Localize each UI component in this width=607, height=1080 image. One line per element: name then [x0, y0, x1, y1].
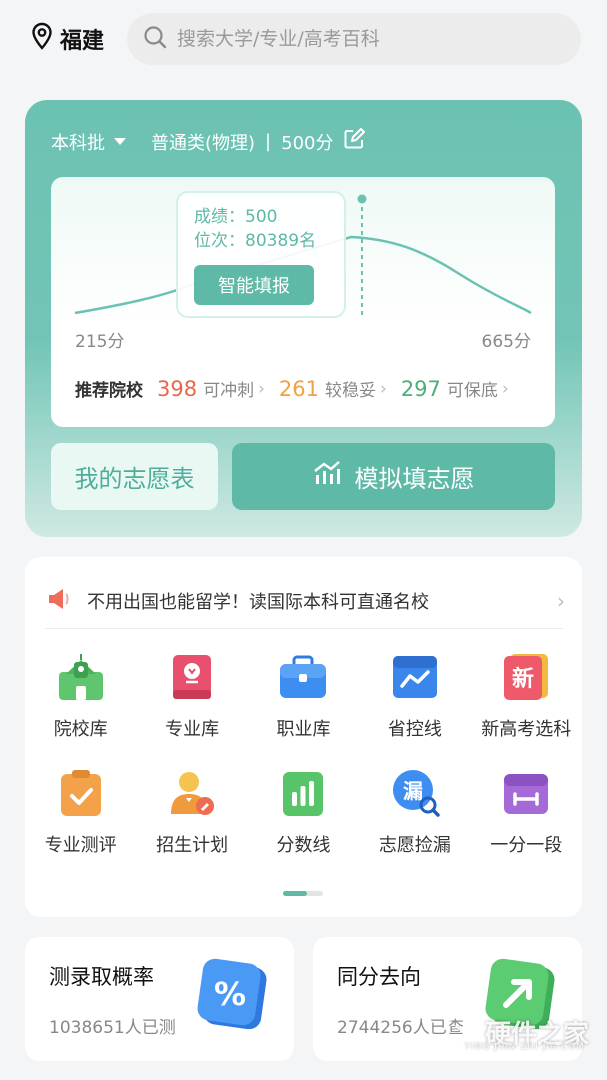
tool-career-library[interactable]: 职业库 [248, 649, 359, 741]
separator: | [265, 131, 272, 152]
line-chart-icon [389, 649, 441, 705]
svg-text:%: % [214, 975, 246, 1013]
segment-icon [500, 765, 552, 821]
tooltip-rank: 位次：80389名 [194, 231, 317, 251]
tool-label: 专业库 [165, 719, 220, 740]
speaker-icon [47, 587, 73, 616]
chevron-right-icon: › [557, 589, 565, 613]
score-tooltip: 成绩：500 位次：80389名 智能填报 [176, 191, 346, 318]
score-card: 本科批 普通类(物理) | 500分 成绩：500 位次：80389名 智能填报… [25, 100, 582, 537]
tool-new-exam-subjects[interactable]: 新 新高考选科 [471, 649, 582, 741]
caret-down-icon [113, 131, 127, 152]
tool-enrollment-plan[interactable]: 招生计划 [136, 765, 247, 857]
tooltip-score: 成绩：500 [194, 207, 278, 227]
search-icon [143, 25, 167, 53]
tool-major-assessment[interactable]: 专业测评 [25, 765, 136, 857]
magnifier-icon: 漏 [389, 765, 441, 821]
bar-chart-icon [277, 765, 329, 821]
top-bar: 福建 [0, 0, 607, 86]
edit-icon[interactable] [343, 128, 366, 155]
search-input[interactable] [177, 28, 557, 50]
tool-score-segment[interactable]: 一分一段 [471, 765, 582, 857]
pager-active-dot [283, 891, 307, 896]
chevron-right-icon: › [380, 378, 387, 399]
school-icon [55, 649, 107, 705]
tool-label: 分数线 [276, 835, 331, 856]
match-text[interactable]: 较稳妥 [325, 376, 376, 401]
subject-label: 普通类(物理) [151, 132, 256, 154]
location-pin-icon [30, 22, 54, 56]
city-label: 福建 [60, 29, 105, 54]
new-exam-icon: 新 [500, 649, 552, 705]
tool-label: 省控线 [387, 719, 442, 740]
simulate-application-button[interactable]: 模拟填志愿 [232, 443, 555, 510]
tool-label: 一分一段 [490, 835, 563, 856]
book-icon [166, 649, 218, 705]
score-card-header: 本科批 普通类(物理) | 500分 [51, 128, 366, 155]
tool-score-line[interactable]: 分数线 [248, 765, 359, 857]
tool-provincial-line[interactable]: 省控线 [359, 649, 470, 741]
recruiter-icon [166, 765, 218, 821]
card-subtitle: 1038651人已测 [49, 1018, 176, 1038]
search-bar[interactable] [127, 13, 581, 65]
reach-text[interactable]: 可冲刺 [203, 376, 254, 401]
tool-label: 招生计划 [156, 835, 229, 856]
smart-fill-button[interactable]: 智能填报 [194, 265, 314, 305]
tool-label: 院校库 [53, 719, 108, 740]
score-label: 500分 [281, 132, 334, 154]
simulate-label: 模拟填志愿 [354, 466, 475, 493]
tool-label: 职业库 [276, 719, 331, 740]
chevron-right-icon: › [501, 378, 509, 399]
clipboard-check-icon [55, 765, 107, 821]
admission-probability-card[interactable]: 测录取概率 1038651人已测 % [25, 937, 294, 1061]
safety-text[interactable]: 可保底 [447, 376, 498, 401]
match-count[interactable]: 261 [279, 377, 319, 401]
notice-text: 不用出国也能留学！读国际本科可直通名校 [87, 592, 429, 613]
safety-count[interactable]: 297 [401, 377, 441, 401]
percent-icon: % [196, 955, 270, 1041]
axis-min-label: 215分 [75, 332, 125, 352]
divider [45, 628, 563, 629]
tool-label: 新高考选科 [481, 719, 572, 740]
location-selector[interactable]: 福建 [30, 22, 104, 56]
tool-label: 志愿捡漏 [378, 835, 451, 856]
tools-grid: 院校库 专业库 职业库 省控线 新 新高考选科 专业测评 招生计划 分数线 漏 … [25, 649, 582, 857]
tool-label: 专业测评 [44, 835, 117, 856]
tools-card: 不用出国也能留学！读国际本科可直通名校 › 院校库 专业库 职业库 省控线 新 … [25, 557, 582, 917]
axis-max-label: 665分 [481, 332, 531, 352]
watermark-subtitle: YING JIAN ZHI JIA.COM [464, 1042, 585, 1052]
trend-chart-icon [313, 460, 341, 493]
chevron-right-icon: › [258, 378, 265, 399]
svg-text:新: 新 [512, 666, 534, 692]
tool-major-library[interactable]: 专业库 [136, 649, 247, 741]
card-title: 同分去向 [337, 965, 421, 989]
recommend-label: 推荐院校 [75, 381, 143, 401]
reach-count[interactable]: 398 [157, 377, 197, 401]
grid-pager [283, 891, 323, 896]
marker-dot [357, 194, 367, 204]
recommend-row: 推荐院校 398 可冲刺 › 261 较稳妥 › 297 可保底 › [75, 376, 523, 402]
tool-school-library[interactable]: 院校库 [25, 649, 136, 741]
my-application-list-button[interactable]: 我的志愿表 [51, 443, 218, 510]
score-distribution-chart: 成绩：500 位次：80389名 智能填报 215分 665分 推荐院校 398… [51, 177, 555, 427]
briefcase-icon [277, 649, 329, 705]
card-title: 测录取概率 [49, 965, 154, 989]
notice-bar[interactable]: 不用出国也能留学！读国际本科可直通名校 › [47, 575, 565, 627]
batch-selector[interactable]: 本科批 [51, 129, 127, 155]
svg-text:漏: 漏 [403, 779, 423, 803]
batch-label: 本科批 [51, 132, 105, 154]
tool-application-bargains[interactable]: 漏 志愿捡漏 [359, 765, 470, 857]
